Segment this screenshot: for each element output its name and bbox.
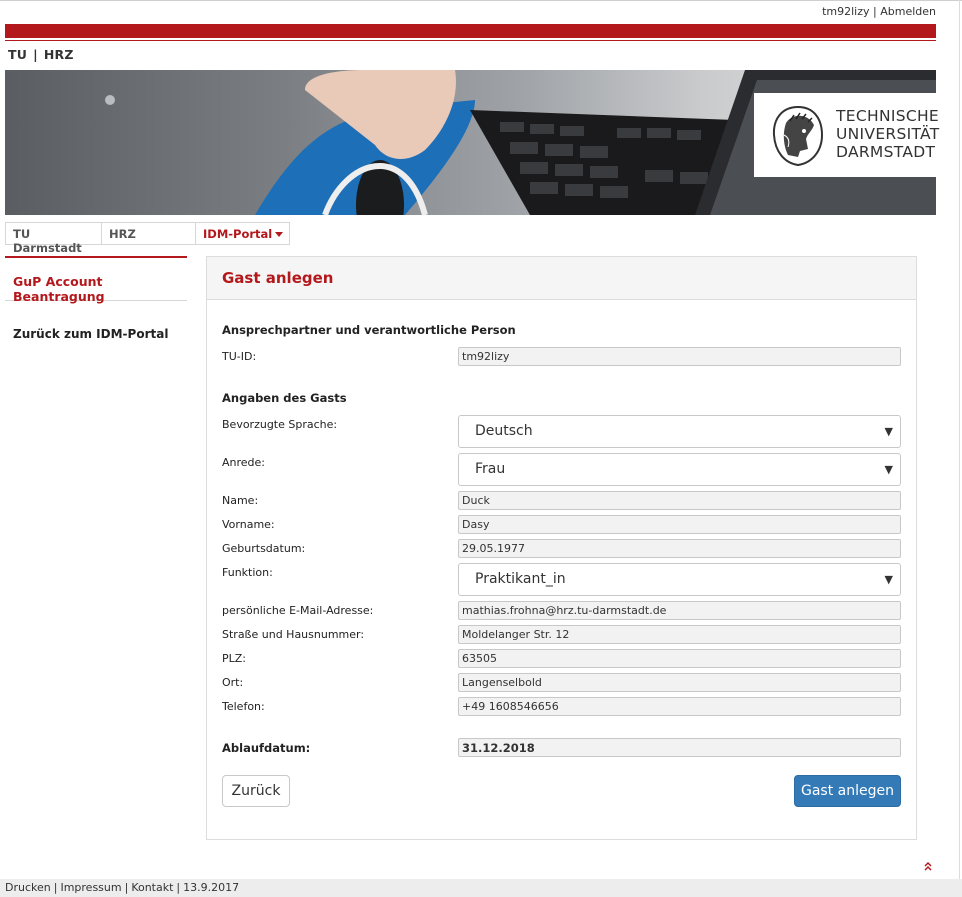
create-guest-button[interactable]: Gast anlegen [794, 775, 901, 807]
breadcrumb-idm-portal[interactable]: IDM-Portal [195, 222, 290, 245]
guest-form-panel: Gast anlegen Ansprechpartner und verantw… [206, 256, 917, 840]
logo-text: TECHNISCHE UNIVERSITÄT DARMSTADT [836, 107, 940, 161]
brand-separator: | [33, 47, 38, 62]
sidebar-item-gup-account[interactable]: GuP Account Beantragung [5, 258, 187, 304]
tuid-field[interactable]: tm92lizy [458, 347, 901, 366]
email-field[interactable]: mathias.frohna@hrz.tu-darmstadt.de [458, 601, 901, 620]
brand-hrz: HRZ [43, 47, 74, 62]
right-border [959, 0, 960, 897]
language-select[interactable]: Deutsch ▼ [458, 415, 901, 448]
logo-line-1: TECHNISCHE [836, 107, 940, 125]
tuid-label: TU-ID: [222, 350, 257, 363]
header-red-bar [5, 24, 936, 38]
salutation-label: Anrede: [222, 456, 266, 469]
footer-separator: | [176, 881, 181, 894]
sidebar-item-back-to-idm[interactable]: Zurück zum IDM-Portal [5, 301, 187, 353]
city-label: Ort: [222, 676, 244, 689]
birthdate-field[interactable]: 29.05.1977 [458, 539, 901, 558]
user-bar-separator: | [873, 5, 877, 18]
user-bar: tm92lizy | Abmelden [822, 5, 936, 18]
section-guest-heading: Angaben des Gasts [222, 391, 347, 405]
section-contact-heading: Ansprechpartner und verantwortliche Pers… [222, 323, 516, 337]
header-red-line [5, 40, 936, 41]
firstname-field[interactable]: Dasy [458, 515, 901, 534]
phone-label: Telefon: [222, 700, 265, 713]
sidebar: GuP Account Beantragung Zurück zum IDM-P… [5, 256, 187, 353]
function-select[interactable]: Praktikant_in ▼ [458, 563, 901, 596]
footer-separator: | [124, 881, 129, 894]
footer-print-link[interactable]: Drucken [5, 881, 51, 894]
logo-line-2: UNIVERSITÄT [836, 125, 940, 143]
triangle-down-icon: ▼ [884, 573, 893, 586]
street-field[interactable]: Moldelanger Str. 12 [458, 625, 901, 644]
footer: Drucken | Impressum | Kontakt | 13.9.2017 [0, 879, 962, 897]
language-label: Bevorzugte Sprache: [222, 418, 338, 431]
breadcrumb-hrz[interactable]: HRZ [101, 222, 195, 245]
footer-contact-link[interactable]: Kontakt [131, 881, 173, 894]
caret-down-icon[interactable] [275, 232, 283, 237]
zip-label: PLZ: [222, 652, 247, 665]
expiry-field[interactable]: 31.12.2018 [458, 738, 901, 757]
triangle-down-icon: ▼ [884, 425, 893, 438]
breadcrumb: TU Darmstadt HRZ IDM-Portal [5, 222, 290, 255]
logo-line-3: DARMSTADT [836, 143, 936, 161]
logout-link[interactable]: Abmelden [880, 5, 936, 18]
athena-seal-icon [772, 105, 824, 167]
city-field[interactable]: Langenselbold [458, 673, 901, 692]
footer-date: 13.9.2017 [183, 881, 240, 894]
street-label: Straße und Hausnummer: [222, 628, 365, 641]
salutation-select-value: Frau [475, 461, 506, 477]
panel-title: Gast anlegen [207, 257, 916, 300]
footer-imprint-link[interactable]: Impressum [60, 881, 121, 894]
salutation-select[interactable]: Frau ▼ [458, 453, 901, 486]
email-label: persönliche E-Mail-Adresse: [222, 604, 374, 617]
firstname-label: Vorname: [222, 518, 275, 531]
phone-field[interactable]: +49 1608546656 [458, 697, 901, 716]
language-select-value: Deutsch [475, 423, 533, 439]
brand-tu: TU [8, 47, 28, 62]
username: tm92lizy [822, 5, 870, 18]
zip-field[interactable]: 63505 [458, 649, 901, 668]
breadcrumb-idm-portal-label: IDM-Portal [203, 226, 273, 241]
top-border [0, 0, 962, 1]
function-select-value: Praktikant_in [475, 571, 566, 587]
name-field[interactable]: Duck [458, 491, 901, 510]
tu-darmstadt-logo: TECHNISCHE UNIVERSITÄT DARMSTADT [754, 93, 939, 177]
footer-separator: | [53, 881, 58, 894]
back-button[interactable]: Zurück [222, 775, 290, 807]
breadcrumb-tu-darmstadt[interactable]: TU Darmstadt [5, 222, 101, 255]
function-label: Funktion: [222, 566, 273, 579]
double-chevron-up-icon[interactable] [923, 861, 933, 872]
name-label: Name: [222, 494, 259, 507]
triangle-down-icon: ▼ [884, 463, 893, 476]
brand: TU | HRZ [5, 47, 77, 62]
birthdate-label: Geburtsdatum: [222, 542, 306, 555]
expiry-label: Ablaufdatum: [222, 741, 311, 755]
